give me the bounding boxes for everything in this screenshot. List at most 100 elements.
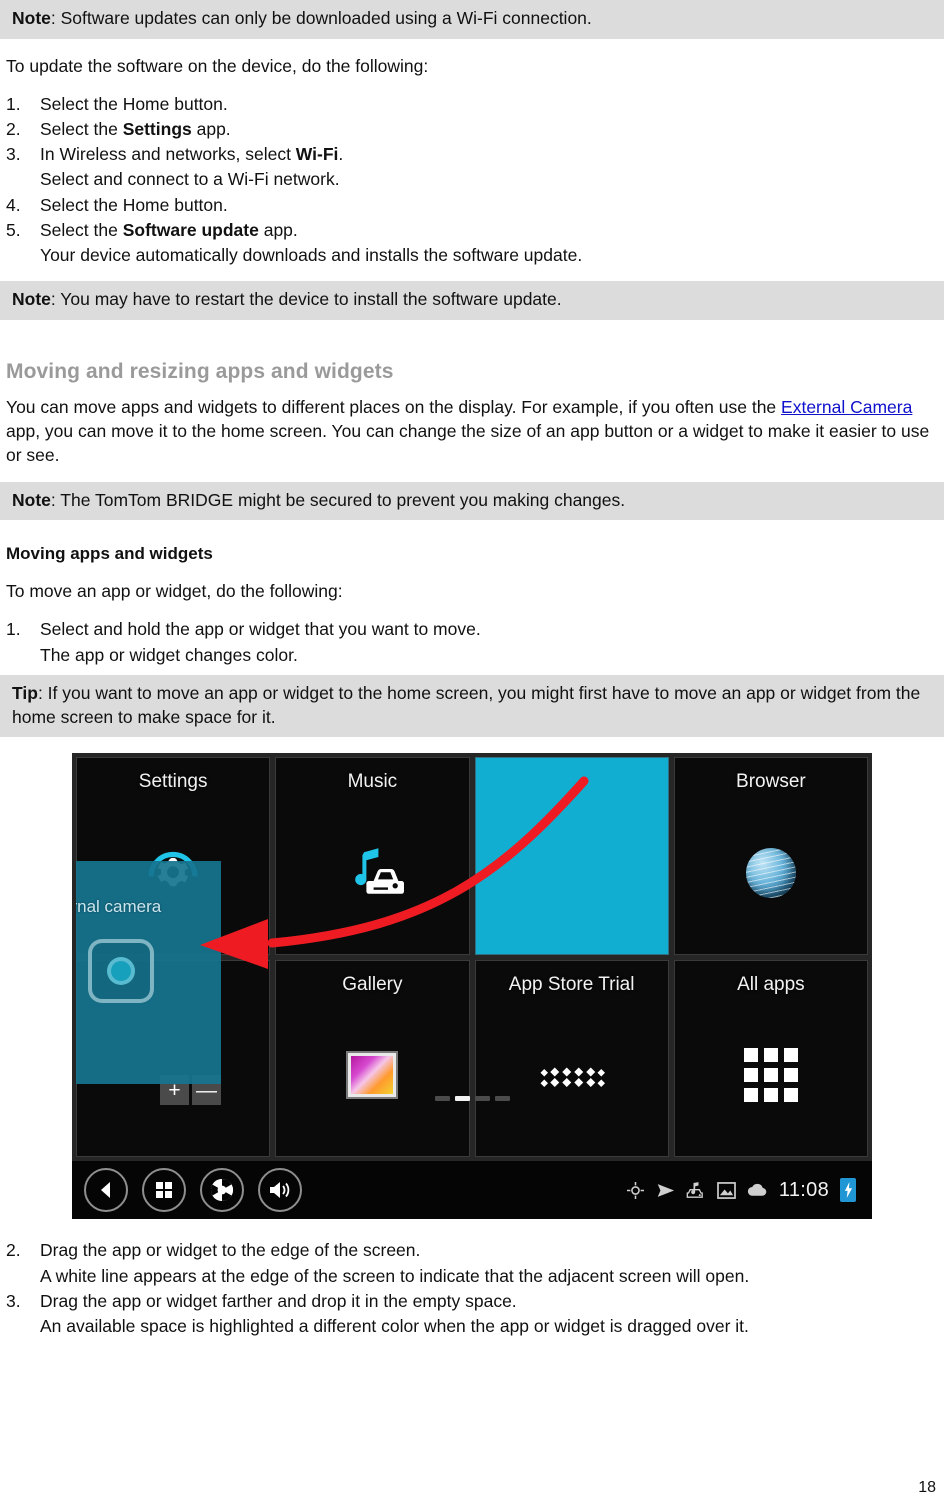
tile-label: All apps — [737, 973, 805, 995]
list-item: 1. Select and hold the app or widget tha… — [0, 618, 944, 641]
moving-steps-continued-2: 3. Drag the app or widget farther and dr… — [0, 1290, 944, 1313]
volume-button[interactable] — [258, 1168, 302, 1213]
app-store-icon — [476, 994, 668, 1157]
device-screen: Settings Music Browser Gallery App Store… — [72, 753, 872, 1162]
dragged-widget-label: ernal camera — [76, 897, 162, 917]
note-restart-device: Note: You may have to restart the device… — [0, 281, 944, 321]
camera-shutter-button[interactable] — [200, 1168, 244, 1213]
status-time: 11:08 — [778, 1178, 829, 1201]
list-item: 2. Select the Settings app. — [0, 118, 944, 141]
page-dot-active[interactable] — [454, 1096, 470, 1102]
substep-available-space: An available space is highlighted a diff… — [40, 1316, 749, 1337]
step-text: Select the Home button. — [40, 194, 938, 217]
app-store-icon-svg — [540, 1067, 605, 1088]
note-label: Note — [12, 489, 51, 510]
tile-music[interactable]: Music — [275, 757, 470, 955]
page-dot[interactable] — [494, 1096, 510, 1102]
step-text-pre: Select the — [40, 219, 123, 240]
note-bridge-secured: Note: The TomTom BRIDGE might be secured… — [0, 481, 944, 521]
recent-apps-button[interactable] — [142, 1168, 186, 1213]
cloud-icon — [747, 1183, 767, 1196]
note-wifi-download: Note: Software updates can only be downl… — [0, 0, 944, 39]
substep-auto-download: Your device automatically downloads and … — [40, 245, 583, 266]
step-text-pre: Select the Home button. — [40, 93, 228, 114]
grid-cell — [763, 1068, 778, 1083]
tip-text: : If you want to move an app or widget t… — [12, 682, 921, 727]
list-item: 5. Select the Software update app. — [0, 219, 944, 242]
step-text: Select the Home button. — [40, 93, 938, 116]
software-update-steps: 1. Select the Home button. 2. Select the… — [0, 93, 944, 167]
moving-body-part1: You can move apps and widgets to differe… — [6, 397, 782, 418]
back-icon — [101, 1182, 110, 1199]
step-number: 2. — [6, 1240, 21, 1261]
step-text-pre: Select the — [40, 118, 123, 139]
step-text-post: app. — [258, 219, 298, 240]
recent-apps-icon — [156, 1182, 172, 1199]
moving-body-part2: app, you can move it to the home screen.… — [6, 421, 930, 465]
all-apps-grid-shape — [743, 1048, 798, 1103]
tile-label: Browser — [736, 771, 806, 793]
step-text: In Wireless and networks, select Wi-Fi. — [40, 143, 938, 166]
step-text-bold: Wi-Fi — [295, 144, 339, 165]
list-item: 3. Drag the app or widget farther and dr… — [0, 1290, 944, 1313]
step-number: 2. — [6, 118, 21, 139]
back-button[interactable] — [84, 1168, 128, 1213]
volume-icon — [270, 1182, 290, 1199]
page-dot[interactable] — [434, 1096, 450, 1102]
device-navigation-bar: 11:08 — [72, 1161, 872, 1220]
step-text-post: . — [338, 144, 344, 165]
tile-empty-highlighted-space[interactable] — [474, 757, 669, 955]
note-label: Note — [12, 289, 51, 310]
step-number: 3. — [6, 144, 21, 165]
note-label: Note — [12, 8, 51, 28]
step-number: 5. — [6, 219, 21, 240]
section-heading-moving-resizing: Moving and resizing apps and widgets — [6, 360, 394, 384]
step-text-post: app. — [191, 118, 231, 139]
tile-label: Gallery — [342, 973, 403, 995]
page-dot[interactable] — [474, 1096, 490, 1102]
tile-label: Music — [347, 771, 398, 793]
nav-button-group — [72, 1168, 302, 1213]
tile-browser[interactable]: Browser — [673, 757, 868, 955]
navigation-arrow-icon — [657, 1183, 675, 1197]
substep-wifi-connect: Select and connect to a Wi-Fi network. — [40, 169, 340, 190]
tile-app-store-trial[interactable]: App Store Trial — [474, 959, 669, 1158]
gps-icon — [626, 1181, 644, 1199]
dragged-external-camera-widget[interactable]: ernal camera — [76, 861, 221, 1085]
step-text-bold: Software update — [122, 219, 259, 240]
step-number: 1. — [6, 93, 21, 114]
note-text: : The TomTom BRIDGE might be secured to … — [50, 489, 626, 510]
substep-white-line: A white line appears at the edge of the … — [40, 1265, 750, 1286]
all-apps-grid-icon — [675, 994, 867, 1157]
music-car-status-icon — [686, 1182, 703, 1198]
globe-icon — [675, 791, 867, 954]
tip-move-to-home-screen: Tip: If you want to move an app or widge… — [0, 674, 944, 738]
grid-cell — [743, 1048, 758, 1063]
camera-lens-icon — [107, 957, 135, 986]
list-item: 2. Drag the app or widget to the edge of… — [0, 1239, 944, 1262]
music-car-icon — [276, 791, 468, 954]
note-text: : You may have to restart the device to … — [50, 289, 562, 310]
charging-bolt-icon — [844, 1182, 852, 1199]
globe-icon-shape — [745, 847, 796, 898]
moving-steps-continued: 2. Drag the app or widget to the edge of… — [0, 1239, 944, 1262]
tile-all-apps[interactable]: All apps — [673, 959, 868, 1158]
grid-cell — [763, 1048, 778, 1063]
image-icon — [717, 1181, 736, 1199]
grid-cell — [783, 1048, 798, 1063]
step-text-pre: In Wireless and networks, select — [40, 144, 296, 165]
music-car-icon-svg — [355, 847, 405, 894]
tile-gallery[interactable]: Gallery — [275, 959, 470, 1158]
step-text: Select and hold the app or widget that y… — [40, 619, 481, 640]
tile-label: Settings — [138, 771, 208, 793]
grid-cell — [743, 1068, 758, 1083]
move-lead-paragraph: To move an app or widget, do the followi… — [6, 581, 343, 602]
step-text: Select the Software update app. — [40, 219, 938, 242]
list-item: 3. In Wireless and networks, select Wi-F… — [0, 143, 944, 166]
substep-changes-color: The app or widget changes color. — [40, 644, 298, 665]
external-camera-link[interactable]: External Camera — [781, 397, 912, 417]
moving-steps: 1. Select and hold the app or widget tha… — [0, 618, 944, 641]
software-update-steps-cont: 4. Select the Home button. 5. Select the… — [0, 194, 944, 243]
status-bar: 11:08 — [626, 1178, 872, 1203]
step-number: 3. — [6, 1290, 21, 1311]
